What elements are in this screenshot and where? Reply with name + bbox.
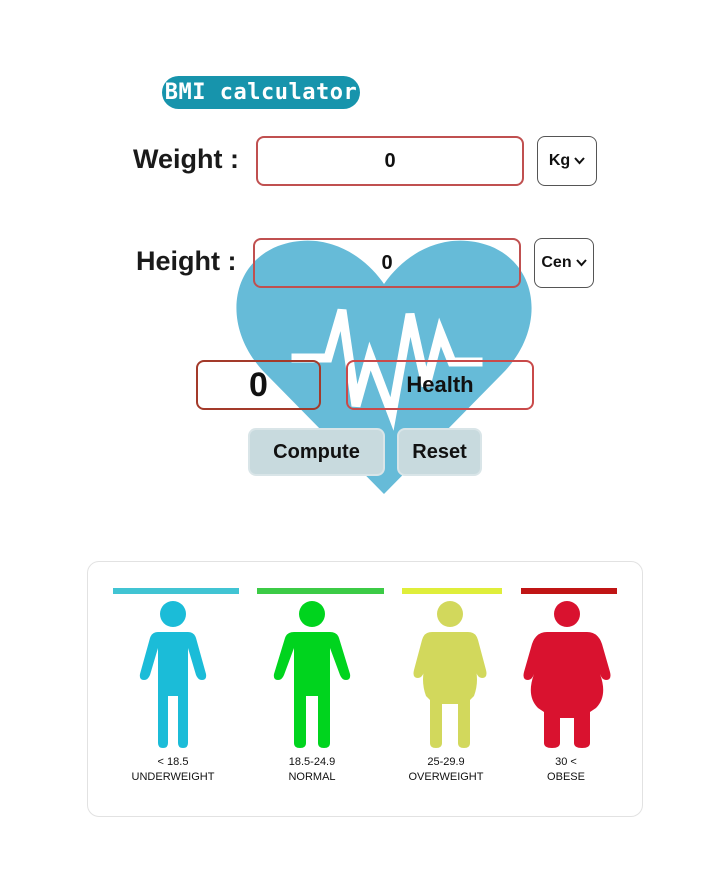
normal-name: NORMAL <box>288 771 336 783</box>
height-unit-select[interactable]: Cen <box>534 238 594 288</box>
obese-bar <box>521 588 617 594</box>
weight-label: Weight : <box>133 144 239 174</box>
weight-input[interactable] <box>256 136 524 186</box>
underweight-bar <box>113 588 239 594</box>
underweight-label: < 18.5 UNDERWEIGHT <box>113 755 233 785</box>
obese-figure-icon <box>523 601 611 748</box>
app-logo: BMI calculator <box>162 76 360 109</box>
overweight-range: 25-29.9 <box>427 756 465 768</box>
weight-unit-value: Kg <box>548 152 571 169</box>
normal-bar <box>257 588 384 594</box>
normal-figure-icon <box>273 601 351 748</box>
height-unit-value: Cen <box>541 254 572 271</box>
health-status: Health <box>346 360 534 410</box>
overweight-name: OVERWEIGHT <box>408 771 484 783</box>
obese-range: 30 < <box>555 756 577 768</box>
overweight-label: 25-29.9 OVERWEIGHT <box>386 755 506 785</box>
height-label: Height : <box>136 246 237 276</box>
underweight-figure-icon <box>139 601 207 748</box>
chevron-down-icon <box>575 259 587 267</box>
bmi-result-value: 0 <box>196 360 321 410</box>
height-input[interactable] <box>253 238 521 288</box>
overweight-figure-icon <box>413 601 487 748</box>
obese-name: OBESE <box>547 771 585 783</box>
chevron-down-icon <box>574 157 585 165</box>
underweight-name: UNDERWEIGHT <box>131 771 215 783</box>
normal-label: 18.5-24.9 NORMAL <box>252 755 372 785</box>
underweight-range: < 18.5 <box>157 756 189 768</box>
bmi-category-card: < 18.5 UNDERWEIGHT 18.5-24.9 NORMAL 25-2… <box>87 561 643 817</box>
weight-unit-select[interactable]: Kg <box>537 136 597 186</box>
normal-range: 18.5-24.9 <box>288 756 336 768</box>
obese-label: 30 < OBESE <box>506 755 626 785</box>
reset-button[interactable]: Reset <box>397 428 482 476</box>
overweight-bar <box>402 588 502 594</box>
compute-button[interactable]: Compute <box>248 428 385 476</box>
